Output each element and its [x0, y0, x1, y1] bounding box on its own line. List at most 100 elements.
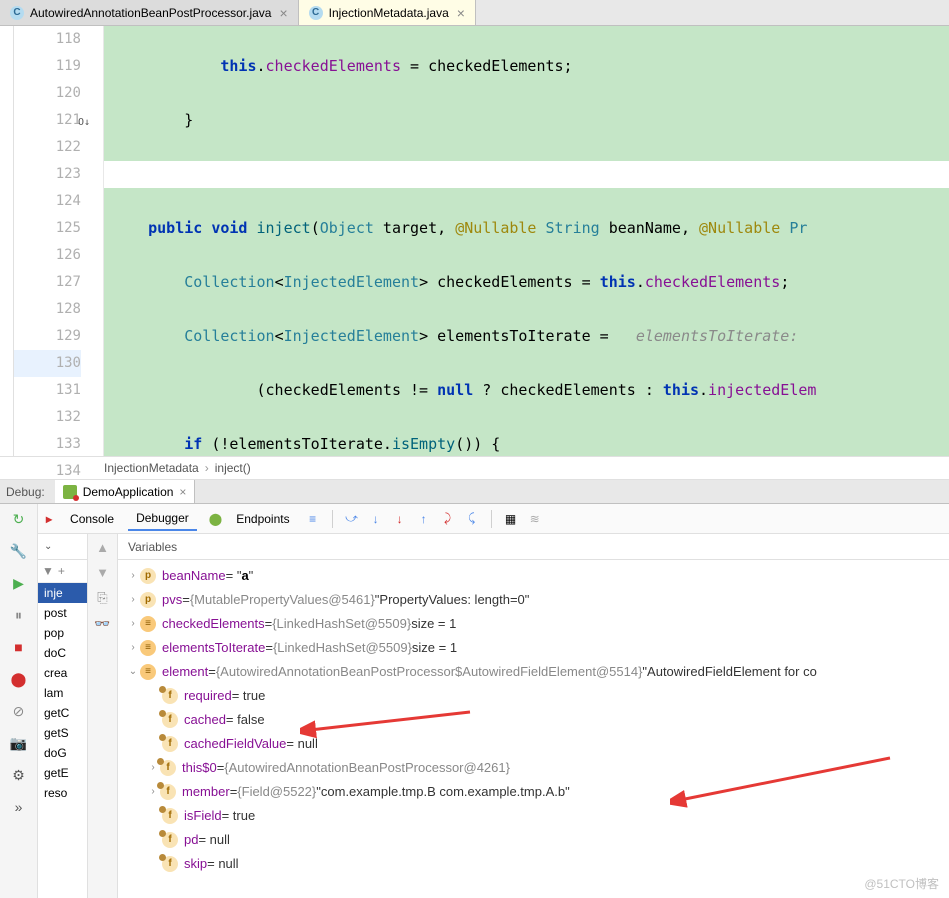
show-exec-icon[interactable]: ≡ — [304, 510, 322, 528]
line-number: 122 — [14, 134, 81, 161]
debug-config-name: DemoApplication — [83, 485, 174, 499]
var-member[interactable]: ›fmember = {Field@5522} "com.example.tmp… — [118, 780, 949, 804]
expand-icon[interactable]: › — [126, 564, 140, 588]
trace-icon[interactable]: ≋ — [526, 510, 544, 528]
line-number: 124 — [14, 188, 81, 215]
expand-icon[interactable]: › — [126, 588, 140, 612]
debugger-tab[interactable]: Debugger — [128, 507, 197, 531]
debug-main: ▸ Console Debugger ⬤ Endpoints ≡ ⤻ ↓ ↓ ↑… — [38, 504, 949, 898]
tab-injectionmetadata[interactable]: CInjectionMetadata.java× — [299, 0, 476, 25]
debug-label: Debug: — [6, 485, 45, 499]
line-number: 121 — [14, 107, 81, 134]
line-number: 134 — [14, 458, 81, 485]
frame-item[interactable]: post — [38, 603, 87, 623]
close-icon[interactable]: × — [279, 5, 287, 21]
frame-item[interactable]: getE — [38, 763, 87, 783]
tab-autowired[interactable]: CAutowiredAnnotationBeanPostProcessor.ja… — [0, 0, 299, 25]
line-number: 133 — [14, 431, 81, 458]
console-tab[interactable]: Console — [62, 508, 122, 530]
frame-item[interactable]: inje — [38, 583, 87, 603]
evaluate-icon[interactable]: ▦ — [502, 510, 520, 528]
var-cached[interactable]: fcached = false — [118, 708, 949, 732]
frame-item[interactable]: doC — [38, 643, 87, 663]
line-number: 132 — [14, 404, 81, 431]
var-elementsToIterate[interactable]: ›≡elementsToIterate = {LinkedHashSet@550… — [118, 636, 949, 660]
line-number: 131 — [14, 377, 81, 404]
frame-item[interactable]: reso — [38, 783, 87, 803]
copy-icon[interactable]: ⎘ — [97, 590, 107, 606]
code-area[interactable]: this.checkedElements = checkedElements; … — [104, 26, 949, 456]
watermark: @51CTO博客 — [864, 875, 939, 892]
close-icon[interactable]: × — [457, 5, 465, 21]
resume-icon[interactable]: ▶ — [10, 574, 28, 592]
variables-tree: ›pbeanName = "a" ›ppvs = {MutablePropert… — [118, 560, 949, 880]
expand-icon[interactable]: › — [126, 636, 140, 660]
more-icon[interactable]: » — [10, 798, 28, 816]
camera-icon[interactable]: 📷 — [10, 734, 28, 752]
line-number: 127 — [14, 269, 81, 296]
frames-tools: ▼ + — [38, 560, 87, 583]
add-icon[interactable]: + — [58, 564, 65, 578]
run-to-cursor-icon[interactable]: ⤹ — [463, 510, 481, 528]
var-cachedFieldValue[interactable]: fcachedFieldValue = null — [118, 732, 949, 756]
chevron-right-icon: › — [205, 461, 209, 475]
frame-item[interactable]: pop — [38, 623, 87, 643]
pause-icon[interactable]: ⏸ — [10, 606, 28, 624]
glasses-icon[interactable]: 👓 — [94, 616, 110, 632]
collapse-icon[interactable]: ⌄ — [126, 660, 140, 684]
step-into-icon[interactable]: ↓ — [367, 510, 385, 528]
down-icon[interactable]: ▼ — [96, 565, 109, 580]
override-icon[interactable]: O↓ — [78, 109, 90, 136]
settings-icon[interactable]: ⚙ — [10, 766, 28, 784]
var-checkedElements[interactable]: ›≡checkedElements = {LinkedHashSet@5509}… — [118, 612, 949, 636]
filter-icon[interactable]: ▼ — [42, 564, 54, 578]
force-step-into-icon[interactable]: ↓ — [391, 510, 409, 528]
spring-boot-icon — [63, 485, 77, 499]
variables-panel: Variables ›pbeanName = "a" ›ppvs = {Muta… — [118, 534, 949, 898]
close-icon[interactable]: × — [179, 485, 186, 499]
var-skip[interactable]: fskip = null — [118, 852, 949, 876]
var-required[interactable]: frequired = true — [118, 684, 949, 708]
var-pd[interactable]: fpd = null — [118, 828, 949, 852]
var-this0[interactable]: ›fthis$0 = {AutowiredAnnotationBeanPostP… — [118, 756, 949, 780]
line-number: 126 — [14, 242, 81, 269]
frame-item[interactable]: getS — [38, 723, 87, 743]
breadcrumb-item[interactable]: inject() — [215, 461, 251, 475]
var-element[interactable]: ⌄≡element = {AutowiredAnnotationBeanPost… — [118, 660, 949, 684]
mute-breakpoints-icon[interactable]: ⊘ — [10, 702, 28, 720]
var-pvs[interactable]: ›ppvs = {MutablePropertyValues@5461} "Pr… — [118, 588, 949, 612]
expand-icon[interactable]: › — [126, 612, 140, 636]
debug-left-toolbar: ↻ 🔧 ▶ ⏸ ■ ⬤ ⊘ 📷 ⚙ » — [0, 504, 38, 898]
tab-label: AutowiredAnnotationBeanPostProcessor.jav… — [30, 6, 271, 20]
rerun-icon[interactable]: ↻ — [10, 510, 28, 528]
breakpoints-icon[interactable]: ⬤ — [10, 670, 28, 688]
class-icon: C — [309, 6, 323, 20]
step-over-icon[interactable]: ⤻ — [343, 510, 361, 528]
debug-content: ⌄ ▼ + inje post pop doC crea lam getC ge… — [38, 534, 949, 898]
debug-panel: ↻ 🔧 ▶ ⏸ ■ ⬤ ⊘ 📷 ⚙ » ▸ Console Debugger ⬤… — [0, 504, 949, 898]
line-number: 120 — [14, 80, 81, 107]
debug-header: Debug: DemoApplication × — [0, 480, 949, 504]
up-icon[interactable]: ▲ — [96, 540, 109, 555]
frames-header: ⌄ — [38, 534, 87, 560]
frame-item[interactable]: crea — [38, 663, 87, 683]
breadcrumb-item[interactable]: InjectionMetadata — [104, 461, 199, 475]
frame-item[interactable]: doG — [38, 743, 87, 763]
editor-tabs: C AutowiredAnnotationBeanPostProcessor.ja… — [0, 0, 949, 26]
line-number: 129 — [14, 323, 81, 350]
var-isField[interactable]: fisField = true — [118, 804, 949, 828]
line-number: 119 — [14, 53, 81, 80]
frame-item[interactable]: getC — [38, 703, 87, 723]
line-gutter: 118 119 120 121 122 123 124 125 126 127 … — [14, 26, 104, 456]
drop-frame-icon[interactable]: ⤸ — [439, 510, 457, 528]
var-beanName[interactable]: ›pbeanName = "a" — [118, 564, 949, 588]
step-out-icon[interactable]: ↑ — [415, 510, 433, 528]
stop-icon[interactable]: ■ — [10, 638, 28, 656]
endpoints-tab[interactable]: Endpoints — [228, 508, 297, 530]
mid-toolbar: ▲ ▼ ⎘ 👓 — [88, 534, 118, 898]
line-number: 123 — [14, 161, 81, 188]
frame-item[interactable]: lam — [38, 683, 87, 703]
endpoints-icon: ⬤ — [209, 512, 222, 526]
frames-panel: ⌄ ▼ + inje post pop doC crea lam getC ge… — [38, 534, 88, 898]
wrench-icon[interactable]: 🔧 — [10, 542, 28, 560]
